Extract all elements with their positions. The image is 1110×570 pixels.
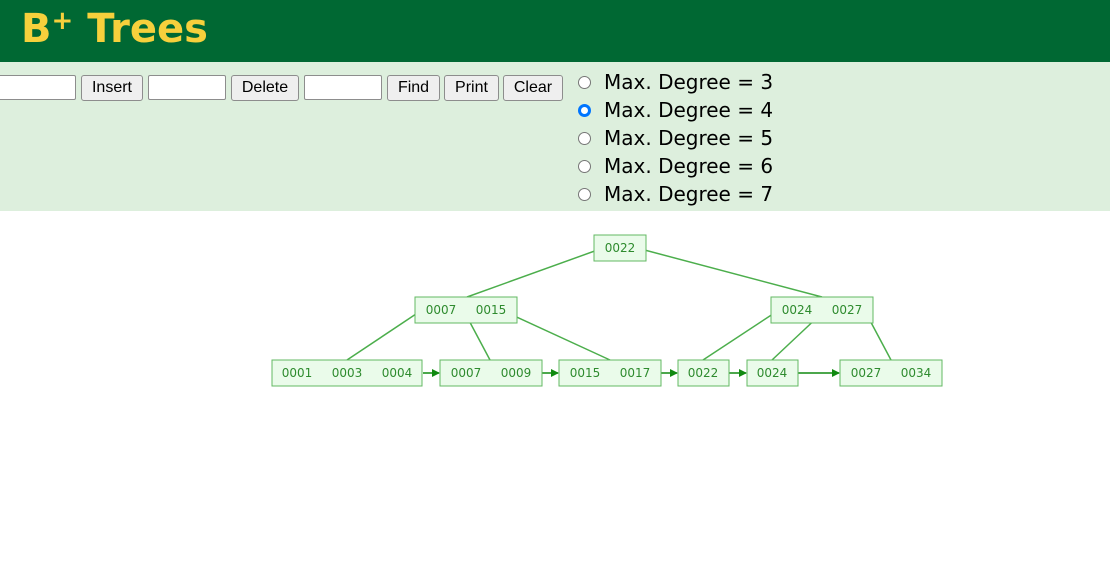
leaf-node-6: 0027 0034	[839, 359, 943, 387]
root-node: 0022	[593, 234, 647, 262]
leaf-node-1: 0001 0003 0004	[271, 359, 423, 387]
bplus-tree-canvas: 0022 0007 0015 0024 0027 0001 0003 0004 …	[271, 234, 943, 387]
root-key-1: 0022	[605, 241, 636, 255]
leaf1-key-2: 0003	[332, 366, 363, 380]
leaf5-key-1: 0024	[757, 366, 788, 380]
leaf-node-5: 0024	[746, 359, 799, 387]
leaf4-key-1: 0022	[688, 366, 719, 380]
leaf1-key-3: 0004	[382, 366, 413, 380]
edge-root-left	[466, 247, 604, 298]
leaf3-key-1: 0015	[570, 366, 601, 380]
internal-left-key-1: 0007	[426, 303, 457, 317]
internal-right-key-1: 0024	[782, 303, 813, 317]
leaf6-key-2: 0034	[901, 366, 932, 380]
internal-node-left: 0007 0015	[414, 296, 518, 324]
leaf-node-3: 0015 0017	[558, 359, 662, 387]
leaf6-key-1: 0027	[851, 366, 882, 380]
leaf3-key-2: 0017	[620, 366, 651, 380]
internal-node-right: 0024 0027	[770, 296, 874, 324]
leaf2-key-2: 0009	[501, 366, 532, 380]
leaf-node-2: 0007 0009	[439, 359, 543, 387]
leaf2-key-1: 0007	[451, 366, 482, 380]
edge-internal1-leaf1	[346, 307, 426, 361]
edge-internal1-leaf3	[507, 312, 611, 361]
internal-left-key-2: 0015	[476, 303, 507, 317]
internal-right-key-2: 0027	[832, 303, 863, 317]
leaf1-key-1: 0001	[282, 366, 313, 380]
leaf-node-4: 0022	[677, 359, 730, 387]
edge-root-right	[636, 247, 823, 298]
edge-internal2-leaf4	[702, 307, 783, 361]
